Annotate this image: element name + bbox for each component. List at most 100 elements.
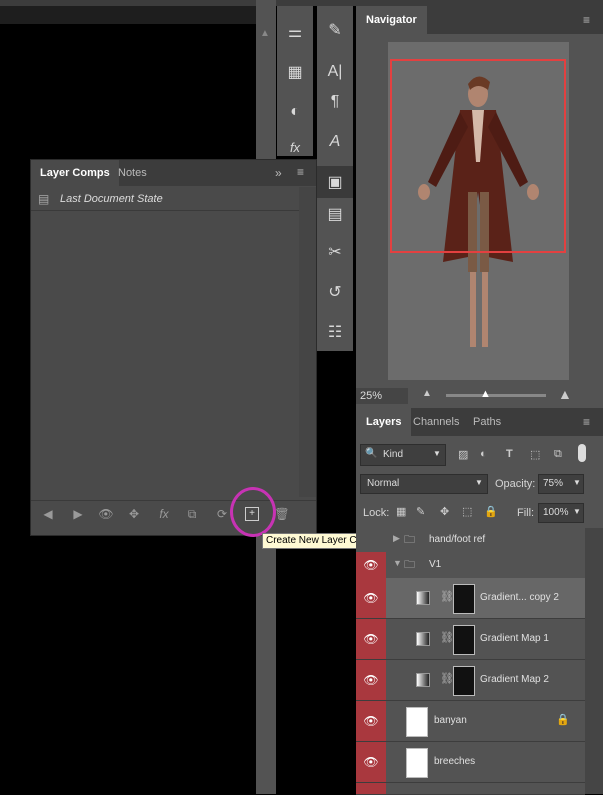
panel-menu-icon[interactable]: ≡ bbox=[583, 13, 590, 27]
fill-field[interactable]: 100% ▼ bbox=[538, 503, 584, 523]
properties-icon[interactable]: ☷ bbox=[317, 316, 353, 348]
eye-icon[interactable]: 👁 bbox=[356, 578, 386, 618]
chevron-down-icon[interactable]: ▼ bbox=[393, 558, 402, 568]
filter-kind-value: Kind bbox=[383, 449, 404, 460]
list-scrollbar[interactable] bbox=[299, 187, 316, 497]
eye-icon[interactable]: 👁 bbox=[356, 660, 386, 700]
folder-icon: 🗀 bbox=[404, 534, 415, 546]
layers-tabbar: Layers Channels Paths ≡ bbox=[356, 408, 603, 436]
canvas-edge bbox=[0, 6, 256, 24]
glyphs-icon[interactable]: A bbox=[317, 126, 353, 158]
tab-navigator[interactable]: Navigator bbox=[356, 6, 427, 34]
layer-row[interactable]: 👁 ⛓ Gradient Map 2 bbox=[356, 660, 585, 701]
blend-mode-value: Normal bbox=[367, 478, 400, 489]
tab-notes[interactable]: Notes bbox=[109, 160, 156, 186]
fill-value: 100% bbox=[543, 507, 569, 518]
layer-row[interactable]: 👁 banyan 🔒 bbox=[356, 701, 585, 742]
lc-scroll-track[interactable] bbox=[258, 540, 270, 750]
lock-artboard-icon[interactable]: ⬚ bbox=[462, 505, 472, 518]
paragraph-icon[interactable]: ¶ bbox=[317, 86, 353, 118]
list-item[interactable]: ▤ Last Document State bbox=[31, 188, 299, 211]
smart-object-icon[interactable]: ⧉ bbox=[183, 507, 201, 523]
tab-channels[interactable]: Channels bbox=[413, 408, 459, 436]
tool-presets-icon[interactable]: ✂ bbox=[317, 236, 353, 268]
zoom-slider[interactable] bbox=[446, 394, 546, 397]
opacity-field[interactable]: 75% ▼ bbox=[538, 474, 584, 494]
eye-icon[interactable]: 👁 bbox=[356, 701, 386, 741]
folder-icon: 🗀 bbox=[404, 559, 415, 571]
panel-menu-icon[interactable]: ≡ bbox=[583, 415, 590, 429]
link-icon: ⛓ bbox=[440, 591, 454, 603]
tab-layer-comps[interactable]: Layer Comps bbox=[31, 160, 119, 186]
styles-icon[interactable]: ◐ bbox=[277, 96, 313, 128]
view-box[interactable] bbox=[390, 59, 566, 253]
previous-icon[interactable]: ◀ bbox=[39, 507, 57, 523]
layer-name: hand/foot ref bbox=[429, 534, 486, 545]
filter-smart-icon[interactable]: ⧉ bbox=[554, 448, 562, 461]
layer-row[interactable] bbox=[356, 783, 585, 795]
filter-type-icon[interactable]: T bbox=[506, 448, 513, 460]
position-icon[interactable]: ✥ bbox=[125, 507, 143, 523]
eye-icon[interactable]: 👁 bbox=[356, 742, 386, 782]
layers-scrollbar[interactable] bbox=[585, 528, 603, 794]
appearance-fx-icon[interactable]: fx bbox=[155, 507, 173, 523]
panel-menu-icon[interactable]: ≡ bbox=[297, 165, 304, 179]
lock-all-icon[interactable]: 🔒 bbox=[484, 505, 498, 518]
character-icon[interactable]: A| bbox=[317, 56, 353, 88]
history-icon[interactable]: ↺ bbox=[317, 276, 353, 308]
layer-row[interactable]: 👁 ⛓ Gradient Map 1 bbox=[356, 619, 585, 660]
layer-group-row[interactable]: ▶ 🗀 hand/foot ref bbox=[356, 528, 585, 553]
table-icon[interactable]: ▦ bbox=[277, 56, 313, 88]
brush-icon[interactable]: ✎ bbox=[317, 14, 353, 46]
layer-mask-thumbnail[interactable] bbox=[453, 584, 475, 614]
layer-group-row[interactable]: 👁 ▼ 🗀 V1 bbox=[356, 552, 585, 579]
layer-row[interactable]: 👁 ⛓ Gradient... copy 2 bbox=[356, 578, 585, 619]
layer-name: V1 bbox=[429, 559, 442, 570]
tool-strip-a: ⚌ ▦ ◐ fx bbox=[277, 6, 313, 156]
layer-thumbnail[interactable] bbox=[406, 707, 428, 737]
lock-icon: 🔒 bbox=[556, 714, 570, 726]
blend-mode-select[interactable]: Normal ▼ bbox=[360, 474, 488, 494]
layer-name: Gradient Map 2 bbox=[480, 674, 549, 685]
next-icon[interactable]: ▶ bbox=[69, 507, 87, 523]
layer-comps-icon[interactable]: ▣ bbox=[317, 166, 353, 198]
eye-icon[interactable]: 👁 bbox=[356, 552, 386, 578]
zoom-in-icon[interactable]: ▲ bbox=[558, 386, 572, 402]
lock-image-icon[interactable]: ✎ bbox=[416, 505, 425, 518]
notes-icon[interactable]: ▤ bbox=[317, 198, 353, 230]
scroll-up-icon[interactable]: ▲ bbox=[260, 28, 270, 39]
zoom-field[interactable]: 25% bbox=[356, 388, 408, 404]
zoom-slider-handle[interactable]: ▲ bbox=[480, 388, 491, 400]
opacity-value: 75% bbox=[543, 478, 564, 489]
layer-mask-thumbnail[interactable] bbox=[453, 666, 475, 696]
eye-icon[interactable] bbox=[356, 783, 386, 794]
lock-transparent-icon[interactable]: ▦ bbox=[396, 505, 406, 518]
tab-layers[interactable]: Layers bbox=[356, 408, 412, 436]
adjustments-icon[interactable]: ⚌ bbox=[277, 16, 313, 48]
zoom-out-icon[interactable]: ▲ bbox=[422, 388, 432, 399]
layer-name: breeches bbox=[434, 756, 476, 767]
collapse-icon[interactable]: » bbox=[275, 166, 282, 180]
navigator-header: Navigator ≡ bbox=[356, 6, 603, 34]
lock-position-icon[interactable]: ✥ bbox=[440, 505, 449, 518]
link-icon: ⛓ bbox=[440, 632, 454, 644]
layer-comp-label: Last Document State bbox=[60, 193, 163, 205]
filter-toggle[interactable] bbox=[578, 444, 586, 462]
filter-kind-select[interactable]: 🔍 Kind ▼ bbox=[360, 444, 446, 466]
chevron-right-icon[interactable]: ▶ bbox=[393, 533, 400, 544]
layer-thumbnail[interactable] bbox=[406, 748, 428, 778]
layer-row[interactable]: 👁 breeches bbox=[356, 742, 585, 783]
gradient-map-icon bbox=[416, 632, 430, 646]
layer-mask-thumbnail[interactable] bbox=[453, 625, 475, 655]
filter-adjustment-icon[interactable]: ◐ bbox=[480, 448, 487, 460]
filter-pixel-icon[interactable]: ▨ bbox=[458, 448, 468, 461]
eye-icon[interactable]: 👁 bbox=[356, 619, 386, 659]
highlight-circle bbox=[230, 487, 276, 537]
update-icon[interactable]: ⟳ bbox=[213, 507, 231, 523]
navigator-panel: Navigator ≡ 25% ▲ ▲ ▲ bbox=[356, 6, 603, 408]
filter-shape-icon[interactable]: ⬚ bbox=[530, 448, 540, 461]
visibility-icon[interactable]: 👁 bbox=[97, 507, 115, 523]
chevron-down-icon: ▼ bbox=[433, 449, 441, 458]
gradient-map-icon bbox=[416, 673, 430, 687]
tab-paths[interactable]: Paths bbox=[473, 408, 501, 436]
